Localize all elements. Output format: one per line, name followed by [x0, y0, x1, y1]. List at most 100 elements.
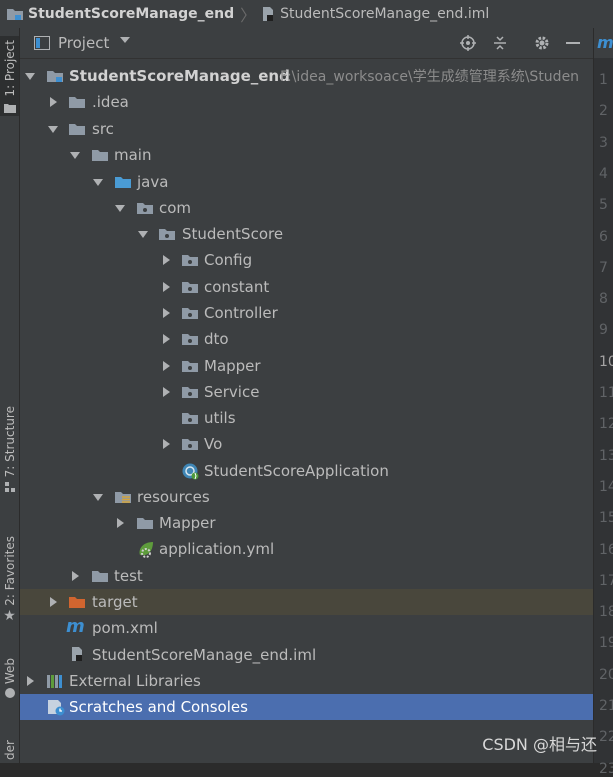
collapsed-arrow-icon[interactable] [160, 386, 172, 398]
collapsed-arrow-icon[interactable] [160, 254, 172, 266]
expanded-arrow-icon[interactable] [92, 491, 104, 503]
collapsed-arrow-icon[interactable] [114, 517, 126, 529]
expanded-arrow-icon[interactable] [92, 176, 104, 188]
line-number: 21 [599, 698, 613, 714]
tree-node-dto[interactable]: dto [20, 326, 593, 352]
tree-node-application-class[interactable]: StudentScoreApplication [20, 458, 593, 484]
maven-icon: m [597, 33, 613, 52]
tab-structure[interactable]: 7: Structure [0, 406, 19, 514]
line-number: 19 [599, 635, 613, 652]
folder-icon [137, 518, 153, 529]
collapsed-arrow-icon[interactable] [160, 333, 172, 345]
project-panel: Project StudentScoreManage_end F:\idea_w… [20, 28, 593, 763]
line-number: 10 [599, 353, 613, 370]
collapsed-arrow-icon[interactable] [47, 596, 59, 608]
tab-favorites[interactable]: 2: Favorites ★ [0, 536, 19, 636]
tree-node-java[interactable]: java [20, 169, 593, 195]
line-number: 6 [599, 228, 608, 245]
library-icon [47, 675, 62, 688]
tree-node-idea[interactable]: .idea [20, 89, 593, 115]
tree-node-vo[interactable]: Vo [20, 431, 593, 457]
tree-node-src[interactable]: src [20, 116, 593, 142]
spring-boot-class-icon [182, 463, 199, 480]
excluded-folder-icon [69, 597, 85, 608]
iml-file-icon [72, 647, 82, 661]
module-folder-icon [47, 71, 63, 82]
line-number: 13 [599, 447, 613, 464]
collapsed-arrow-icon[interactable] [160, 281, 172, 293]
locate-icon[interactable] [458, 33, 478, 53]
collapsed-arrow-icon[interactable] [160, 360, 172, 372]
expanded-arrow-icon[interactable] [24, 70, 36, 82]
editor-tab[interactable]: m [594, 28, 613, 58]
tree-node-application-yml[interactable]: application.yml [20, 536, 593, 562]
tab-project[interactable]: 1: Project [0, 36, 19, 116]
expanded-arrow-icon[interactable] [47, 123, 59, 135]
line-number: 5 [599, 197, 608, 214]
tree-node-controller[interactable]: Controller [20, 300, 593, 326]
panel-title[interactable]: Project [58, 34, 109, 52]
tree-node-service[interactable]: Service [20, 379, 593, 405]
expanded-arrow-icon[interactable] [114, 202, 126, 214]
package-folder-icon [182, 413, 198, 424]
line-number: 9 [599, 322, 608, 339]
tab-bottom[interactable]: der [0, 740, 19, 766]
tree-node-external-libraries[interactable]: External Libraries [20, 668, 593, 694]
line-number: 1 [599, 72, 608, 88]
panel-header: Project [20, 28, 593, 59]
line-number: 7 [599, 259, 608, 276]
tree-node-iml[interactable]: StudentScoreManage_end.iml [20, 642, 593, 668]
package-folder-icon [182, 361, 198, 372]
package-folder-icon [137, 203, 153, 214]
tree-node-studentscore[interactable]: StudentScore [20, 221, 593, 247]
line-number: 20 [599, 666, 613, 683]
breadcrumb: StudentScoreManage_end 〉 StudentScoreMan… [0, 0, 613, 29]
tree-node-mapper[interactable]: Mapper [20, 353, 593, 379]
folder-icon [92, 571, 108, 582]
package-folder-icon [182, 255, 198, 266]
chevron-down-icon[interactable] [120, 37, 130, 43]
line-number: 17 [599, 572, 613, 589]
breadcrumb-separator: 〉 [240, 6, 257, 25]
expanded-arrow-icon[interactable] [137, 228, 149, 240]
tab-web[interactable]: Web [0, 658, 19, 718]
maven-icon: m [66, 616, 85, 637]
folder-icon [3, 103, 16, 113]
tree-node-com[interactable]: com [20, 195, 593, 221]
tree-node-config[interactable]: Config [20, 247, 593, 273]
folder-icon [92, 150, 108, 161]
collapsed-arrow-icon[interactable] [24, 675, 36, 687]
package-folder-icon [182, 282, 198, 293]
project-folder-icon [7, 9, 23, 20]
collapsed-arrow-icon[interactable] [47, 96, 59, 108]
tree-node-target[interactable]: target [20, 589, 593, 615]
star-icon: ★ [3, 607, 16, 624]
breadcrumb-file[interactable]: StudentScoreManage_end.iml [260, 6, 489, 22]
tree-node-resources-mapper[interactable]: Mapper [20, 510, 593, 536]
tree-node-main[interactable]: main [20, 142, 593, 168]
tree-node-resources[interactable]: resources [20, 484, 593, 510]
globe-icon [4, 688, 15, 699]
line-number: 2 [599, 103, 608, 120]
tree-node-constant[interactable]: constant [20, 274, 593, 300]
line-number: 14 [599, 478, 613, 495]
package-folder-icon [159, 229, 175, 240]
folder-icon [69, 124, 85, 135]
minimize-icon[interactable] [563, 33, 583, 53]
breadcrumb-project[interactable]: StudentScoreManage_end [0, 6, 234, 22]
collapsed-arrow-icon[interactable] [160, 307, 172, 319]
tree-node-utils[interactable]: utils [20, 405, 593, 431]
tree-node-pom[interactable]: m pom.xml [20, 615, 593, 641]
collapsed-arrow-icon[interactable] [160, 438, 172, 450]
tree-node-root[interactable]: StudentScoreManage_end F:\idea_worksoace… [20, 63, 593, 89]
line-number: 8 [599, 291, 608, 308]
expanded-arrow-icon[interactable] [69, 149, 81, 161]
line-number: 22 [599, 729, 613, 746]
settings-icon[interactable] [532, 33, 552, 53]
package-folder-icon [182, 387, 198, 398]
tree-node-scratches[interactable]: Scratches and Consoles [20, 694, 593, 720]
line-number: 16 [599, 541, 613, 558]
tree-node-test[interactable]: test [20, 563, 593, 589]
collapse-all-icon[interactable] [490, 33, 510, 53]
collapsed-arrow-icon[interactable] [69, 570, 81, 582]
